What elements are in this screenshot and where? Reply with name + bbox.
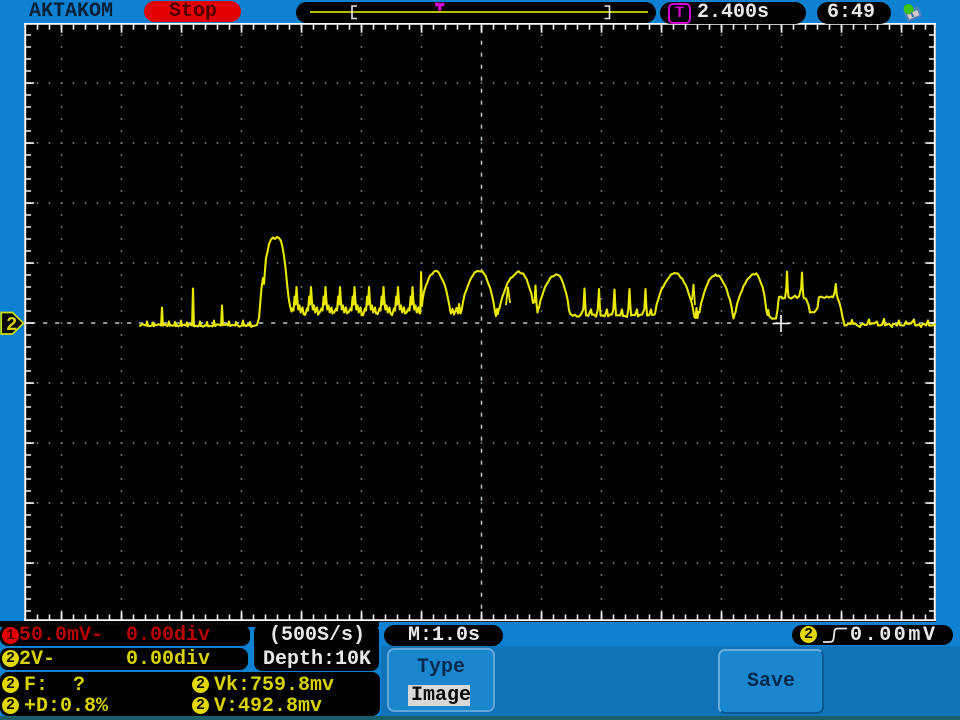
svg-text:2: 2 [6,314,17,336]
